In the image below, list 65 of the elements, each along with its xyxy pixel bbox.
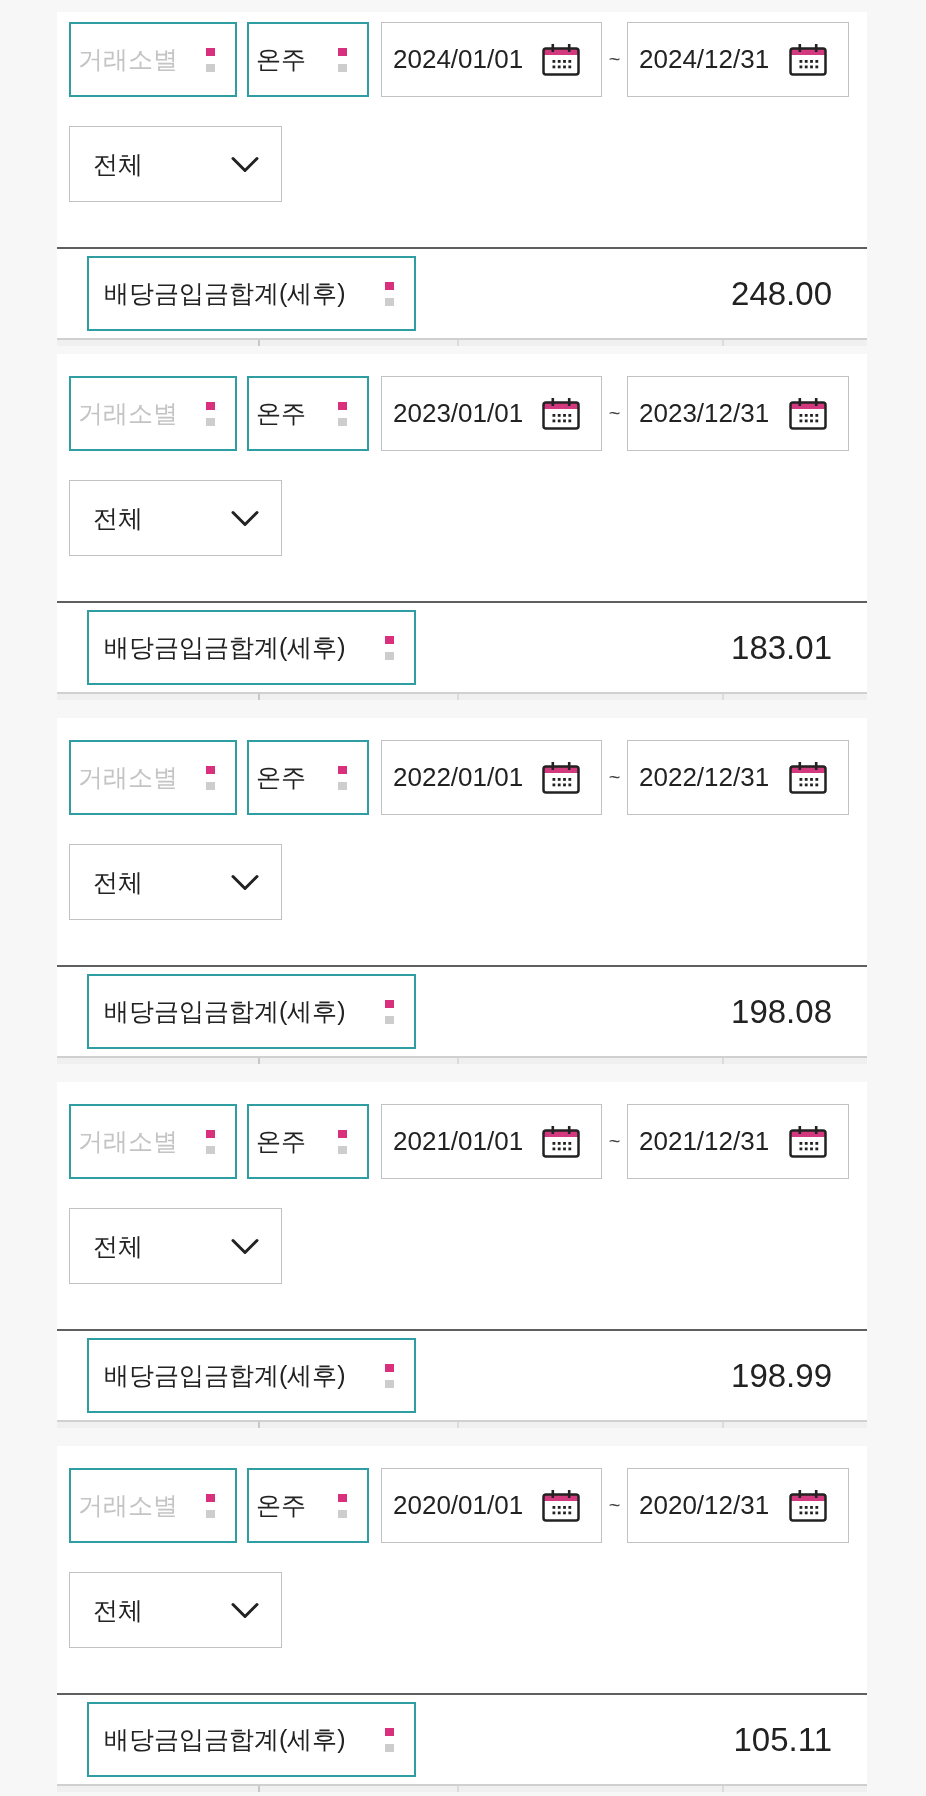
share-type-select[interactable]: 온주 <box>247 1468 369 1543</box>
start-date-field[interactable]: 2023/01/01 <box>381 376 602 451</box>
range-separator: ~ <box>607 765 622 790</box>
stacked-squares-icon <box>385 635 394 660</box>
calendar-icon[interactable] <box>542 1489 580 1522</box>
calendar-icon[interactable] <box>542 43 580 76</box>
summary-type-select[interactable]: 배당금입금합계(세후) <box>87 1338 416 1413</box>
category-dropdown[interactable]: 전체 <box>69 1572 282 1648</box>
start-date-field[interactable]: 2024/01/01 <box>381 22 602 97</box>
stacked-squares-icon <box>206 765 215 790</box>
stacked-squares-icon <box>338 1129 347 1154</box>
total-amount: 183.01 <box>731 628 832 667</box>
range-separator: ~ <box>607 1129 622 1154</box>
end-date-field[interactable]: 2021/12/31 <box>627 1104 849 1179</box>
range-separator: ~ <box>607 47 622 72</box>
category-dropdown[interactable]: 전체 <box>69 1208 282 1284</box>
stacked-squares-icon <box>385 281 394 306</box>
summary-type-select[interactable]: 배당금입금합계(세후) <box>87 974 416 1049</box>
summary-type-select[interactable]: 배당금입금합계(세후) <box>87 256 416 331</box>
calendar-icon[interactable] <box>542 1125 580 1158</box>
total-amount: 198.99 <box>731 1356 832 1395</box>
start-date-field[interactable]: 2022/01/01 <box>381 740 602 815</box>
range-separator: ~ <box>607 1493 622 1518</box>
category-dropdown[interactable]: 전체 <box>69 844 282 920</box>
share-type-select[interactable]: 온주 <box>247 1104 369 1179</box>
summary-type-select[interactable]: 배당금입금합계(세후) <box>87 1702 416 1777</box>
calendar-icon[interactable] <box>789 1489 827 1522</box>
stacked-squares-icon <box>338 401 347 426</box>
stacked-squares-icon <box>385 999 394 1024</box>
chevron-down-icon <box>231 155 259 173</box>
calendar-icon[interactable] <box>789 1125 827 1158</box>
calendar-icon[interactable] <box>542 397 580 430</box>
stacked-squares-icon <box>206 1493 215 1518</box>
chevron-down-icon <box>231 873 259 891</box>
total-amount: 105.11 <box>733 1720 832 1759</box>
stacked-squares-icon <box>338 47 347 72</box>
chevron-down-icon <box>231 1237 259 1255</box>
stacked-squares-icon <box>338 1493 347 1518</box>
stacked-squares-icon <box>206 1129 215 1154</box>
total-amount: 248.00 <box>731 274 832 313</box>
chevron-down-icon <box>231 509 259 527</box>
end-date-field[interactable]: 2020/12/31 <box>627 1468 849 1543</box>
stacked-squares-icon <box>206 47 215 72</box>
share-type-select[interactable]: 온주 <box>247 376 369 451</box>
share-type-select[interactable]: 온주 <box>247 740 369 815</box>
range-separator: ~ <box>607 401 622 426</box>
calendar-icon[interactable] <box>789 43 827 76</box>
end-date-field[interactable]: 2022/12/31 <box>627 740 849 815</box>
stacked-squares-icon <box>385 1363 394 1388</box>
category-dropdown[interactable]: 전체 <box>69 126 282 202</box>
calendar-icon[interactable] <box>789 761 827 794</box>
end-date-field[interactable]: 2023/12/31 <box>627 376 849 451</box>
share-type-select[interactable]: 온주 <box>247 22 369 97</box>
category-dropdown[interactable]: 전체 <box>69 480 282 556</box>
calendar-icon[interactable] <box>789 397 827 430</box>
end-date-field[interactable]: 2024/12/31 <box>627 22 849 97</box>
total-amount: 198.08 <box>731 992 832 1031</box>
calendar-icon[interactable] <box>542 761 580 794</box>
chevron-down-icon <box>231 1601 259 1619</box>
stacked-squares-icon <box>206 401 215 426</box>
start-date-field[interactable]: 2020/01/01 <box>381 1468 602 1543</box>
stacked-squares-icon <box>338 765 347 790</box>
start-date-field[interactable]: 2021/01/01 <box>381 1104 602 1179</box>
summary-type-select[interactable]: 배당금입금합계(세후) <box>87 610 416 685</box>
stacked-squares-icon <box>385 1727 394 1752</box>
